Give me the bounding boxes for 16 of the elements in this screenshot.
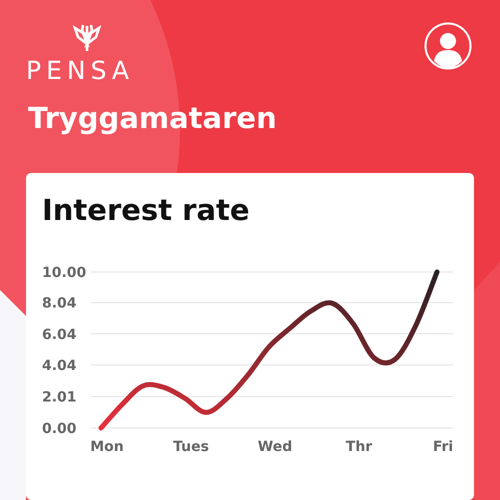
brand-name: PENSA (26, 56, 134, 85)
y-tick-label: 10.00 (42, 265, 86, 281)
y-tick-label: 6.04 (42, 326, 77, 343)
x-tick-label: Wed (258, 439, 292, 455)
y-tick-label: 8.04 (42, 296, 77, 312)
chart-title: Interest rate (42, 193, 251, 227)
y-tick-label: 2.01 (42, 390, 77, 406)
y-tick-label: 0.00 (42, 421, 77, 437)
x-tick-label: Mon (90, 439, 124, 455)
y-tick-label: 4.04 (42, 358, 77, 374)
avatar-icon[interactable] (424, 22, 472, 70)
x-tick-label: Fri (432, 439, 454, 455)
logo-icon (70, 22, 104, 52)
x-tick-label: Tues (173, 439, 209, 455)
page-title: Tryggamataren (28, 101, 277, 135)
x-tick-label: Thr (346, 439, 372, 455)
